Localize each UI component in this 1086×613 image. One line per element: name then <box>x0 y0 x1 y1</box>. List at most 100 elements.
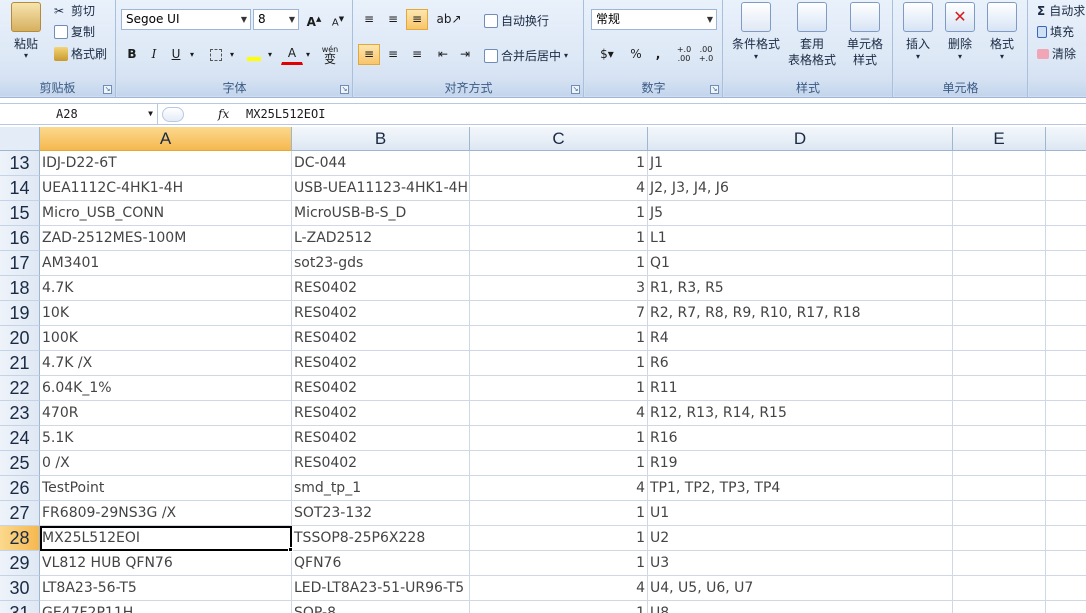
cell-f[interactable] <box>1046 451 1086 476</box>
format-as-table-button[interactable]: 套用 表格格式 <box>786 2 838 68</box>
cell-f[interactable] <box>1046 151 1086 176</box>
cell-e[interactable] <box>953 401 1046 426</box>
cell-c[interactable]: 1 <box>470 426 648 451</box>
underline-dropdown-icon[interactable]: ▾ <box>187 44 197 65</box>
cell-c[interactable]: 7 <box>470 301 648 326</box>
column-header-b[interactable]: B <box>292 127 470 151</box>
cell-a[interactable]: ZAD-2512MES-100M <box>40 226 292 251</box>
border-dropdown-icon[interactable]: ▾ <box>227 44 237 65</box>
cell-e[interactable] <box>953 526 1046 551</box>
cell-c[interactable]: 4 <box>470 576 648 601</box>
column-header-e[interactable]: E <box>953 127 1046 151</box>
align-right-button[interactable]: ≡ <box>406 44 428 65</box>
cell-b[interactable]: RES0402 <box>292 301 470 326</box>
cell-d[interactable]: J2, J3, J4, J6 <box>648 176 953 201</box>
column-header-a[interactable]: A <box>40 127 292 151</box>
cell-c[interactable]: 4 <box>470 476 648 501</box>
row-header[interactable]: 23 <box>0 401 40 426</box>
cell-a[interactable]: FR6809-29NS3G /X <box>40 501 292 526</box>
cell-c[interactable]: 1 <box>470 376 648 401</box>
cell-c[interactable]: 1 <box>470 351 648 376</box>
row-header[interactable]: 14 <box>0 176 40 201</box>
cell-b[interactable]: RES0402 <box>292 276 470 301</box>
cell-d[interactable]: R19 <box>648 451 953 476</box>
insert-button[interactable]: 插入 ▾ <box>898 2 938 62</box>
cell-f[interactable] <box>1046 251 1086 276</box>
comma-button[interactable]: , <box>647 44 669 65</box>
cell-f[interactable] <box>1046 551 1086 576</box>
row-header[interactable]: 13 <box>0 151 40 176</box>
cell-styles-button[interactable]: 单元格 样式 <box>840 2 890 68</box>
cell-b[interactable]: sot23-gds <box>292 251 470 276</box>
cell-f[interactable] <box>1046 526 1086 551</box>
column-header-f[interactable] <box>1046 127 1086 151</box>
cell-f[interactable] <box>1046 376 1086 401</box>
font-color-dropdown-icon[interactable]: ▾ <box>303 44 313 65</box>
cell-b[interactable]: smd_tp_1 <box>292 476 470 501</box>
cell-e[interactable] <box>953 501 1046 526</box>
increase-indent-button[interactable]: ⇥ <box>454 44 476 65</box>
cell-a[interactable]: AM3401 <box>40 251 292 276</box>
cell-f[interactable] <box>1046 501 1086 526</box>
insert-function-icon[interactable]: fx <box>218 104 229 124</box>
cell-c[interactable]: 3 <box>470 276 648 301</box>
phonetic-button[interactable]: wén 变 <box>315 44 345 65</box>
row-header[interactable]: 31 <box>0 601 40 613</box>
cell-b[interactable]: LED-LT8A23-51-UR96-T5 <box>292 576 470 601</box>
cell-c[interactable]: 1 <box>470 551 648 576</box>
grow-font-button[interactable]: A▲ <box>303 9 325 30</box>
formula-bar-handle-icon[interactable] <box>162 107 184 122</box>
cell-d[interactable]: R2, R7, R8, R9, R10, R17, R18 <box>648 301 953 326</box>
alignment-launcher-icon[interactable]: ↘ <box>571 85 580 94</box>
cell-f[interactable] <box>1046 401 1086 426</box>
cell-c[interactable]: 1 <box>470 326 648 351</box>
cell-b[interactable]: RES0402 <box>292 426 470 451</box>
cell-e[interactable] <box>953 601 1046 613</box>
cell-b[interactable]: USB-UEA11123-4HK1-4H <box>292 176 470 201</box>
cell-c[interactable]: 1 <box>470 226 648 251</box>
orientation-button[interactable]: ab↗ <box>434 9 464 30</box>
cell-c[interactable]: 1 <box>470 501 648 526</box>
cell-d[interactable]: R4 <box>648 326 953 351</box>
underline-button[interactable]: U <box>165 44 187 65</box>
cell-b[interactable]: L-ZAD2512 <box>292 226 470 251</box>
cell-b[interactable]: TSSOP8-25P6X228 <box>292 526 470 551</box>
cell-b[interactable]: RES0402 <box>292 451 470 476</box>
fill-color-dropdown-icon[interactable]: ▾ <box>265 44 275 65</box>
fill-color-button[interactable] <box>243 44 265 65</box>
cell-a[interactable]: IDJ-D22-6T <box>40 151 292 176</box>
cell-a[interactable]: UEA1112C-4HK1-4H <box>40 176 292 201</box>
row-header[interactable]: 24 <box>0 426 40 451</box>
shrink-font-button[interactable]: A▼ <box>327 9 349 30</box>
paste-dropdown-icon[interactable]: ▾ <box>6 52 46 60</box>
font-size-combo[interactable]: 8 ▼ <box>253 9 299 30</box>
select-all-button[interactable] <box>0 127 40 151</box>
row-header[interactable]: 15 <box>0 201 40 226</box>
align-bottom-button[interactable]: ≡ <box>406 9 428 30</box>
format-button[interactable]: 格式 ▾ <box>982 2 1022 62</box>
align-middle-button[interactable]: ≡ <box>382 9 404 30</box>
row-header[interactable]: 28 <box>0 526 40 551</box>
copy-button[interactable]: 复制 <box>54 23 95 40</box>
cell-f[interactable] <box>1046 226 1086 251</box>
cell-d[interactable]: R11 <box>648 376 953 401</box>
column-header-c[interactable]: C <box>470 127 648 151</box>
cell-b[interactable]: RES0402 <box>292 401 470 426</box>
row-header[interactable]: 22 <box>0 376 40 401</box>
cell-e[interactable] <box>953 451 1046 476</box>
fill-handle[interactable] <box>288 547 293 552</box>
cell-e[interactable] <box>953 551 1046 576</box>
cell-e[interactable] <box>953 351 1046 376</box>
cell-f[interactable] <box>1046 576 1086 601</box>
cell-d[interactable]: Q1 <box>648 251 953 276</box>
currency-button[interactable]: $▾ <box>591 44 623 65</box>
increase-decimal-button[interactable]: +.0 .00 <box>673 44 695 65</box>
name-box[interactable]: A28 ▼ <box>0 104 158 125</box>
cell-a[interactable]: 10K <box>40 301 292 326</box>
cell-d[interactable]: U1 <box>648 501 953 526</box>
cell-a[interactable]: 4.7K /X <box>40 351 292 376</box>
cell-b[interactable]: SOT23-132 <box>292 501 470 526</box>
cell-e[interactable] <box>953 276 1046 301</box>
number-launcher-icon[interactable]: ↘ <box>710 85 719 94</box>
cell-d[interactable]: R12, R13, R14, R15 <box>648 401 953 426</box>
